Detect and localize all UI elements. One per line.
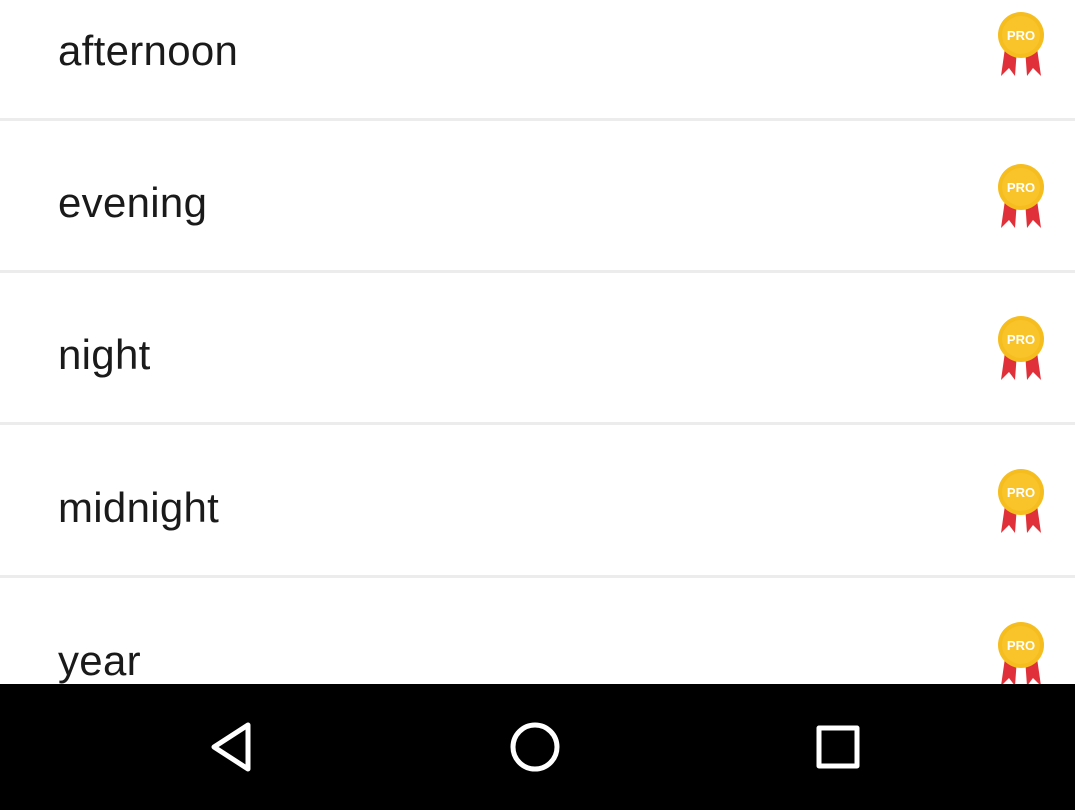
list-item-label: evening (58, 179, 208, 226)
pro-badge-icon: PRO (998, 164, 1044, 228)
screen: afternoon PRO evening PRO night PRO midn… (0, 0, 1075, 810)
pro-badge-icon: PRO (998, 469, 1044, 533)
back-button[interactable] (184, 708, 280, 786)
svg-text:PRO: PRO (1007, 638, 1035, 653)
svg-text:PRO: PRO (1007, 28, 1035, 43)
system-navigation-bar (0, 684, 1075, 810)
recents-square-icon (816, 725, 860, 769)
pro-badge-icon: PRO (998, 316, 1044, 380)
list-item-label: afternoon (58, 27, 239, 74)
list-item-year[interactable]: year PRO (0, 579, 1075, 684)
pro-badge-icon: PRO (998, 622, 1044, 684)
list-item-evening[interactable]: evening PRO (0, 121, 1075, 273)
svg-text:PRO: PRO (1007, 180, 1035, 195)
list-item-midnight[interactable]: midnight PRO (0, 426, 1075, 578)
list-item-afternoon[interactable]: afternoon PRO (0, 0, 1075, 121)
svg-text:PRO: PRO (1007, 485, 1035, 500)
list-item-label: midnight (58, 484, 220, 531)
svg-text:PRO: PRO (1007, 332, 1035, 347)
list-item-label: night (58, 331, 151, 378)
back-triangle-icon (211, 722, 251, 772)
list-item-night[interactable]: night PRO (0, 273, 1075, 425)
recents-button[interactable] (790, 708, 886, 786)
home-circle-icon (510, 722, 560, 772)
list-item-label: year (58, 637, 141, 684)
home-button[interactable] (487, 708, 583, 786)
pro-items-list: afternoon PRO evening PRO night PRO midn… (0, 0, 1075, 684)
pro-badge-icon: PRO (998, 12, 1044, 76)
